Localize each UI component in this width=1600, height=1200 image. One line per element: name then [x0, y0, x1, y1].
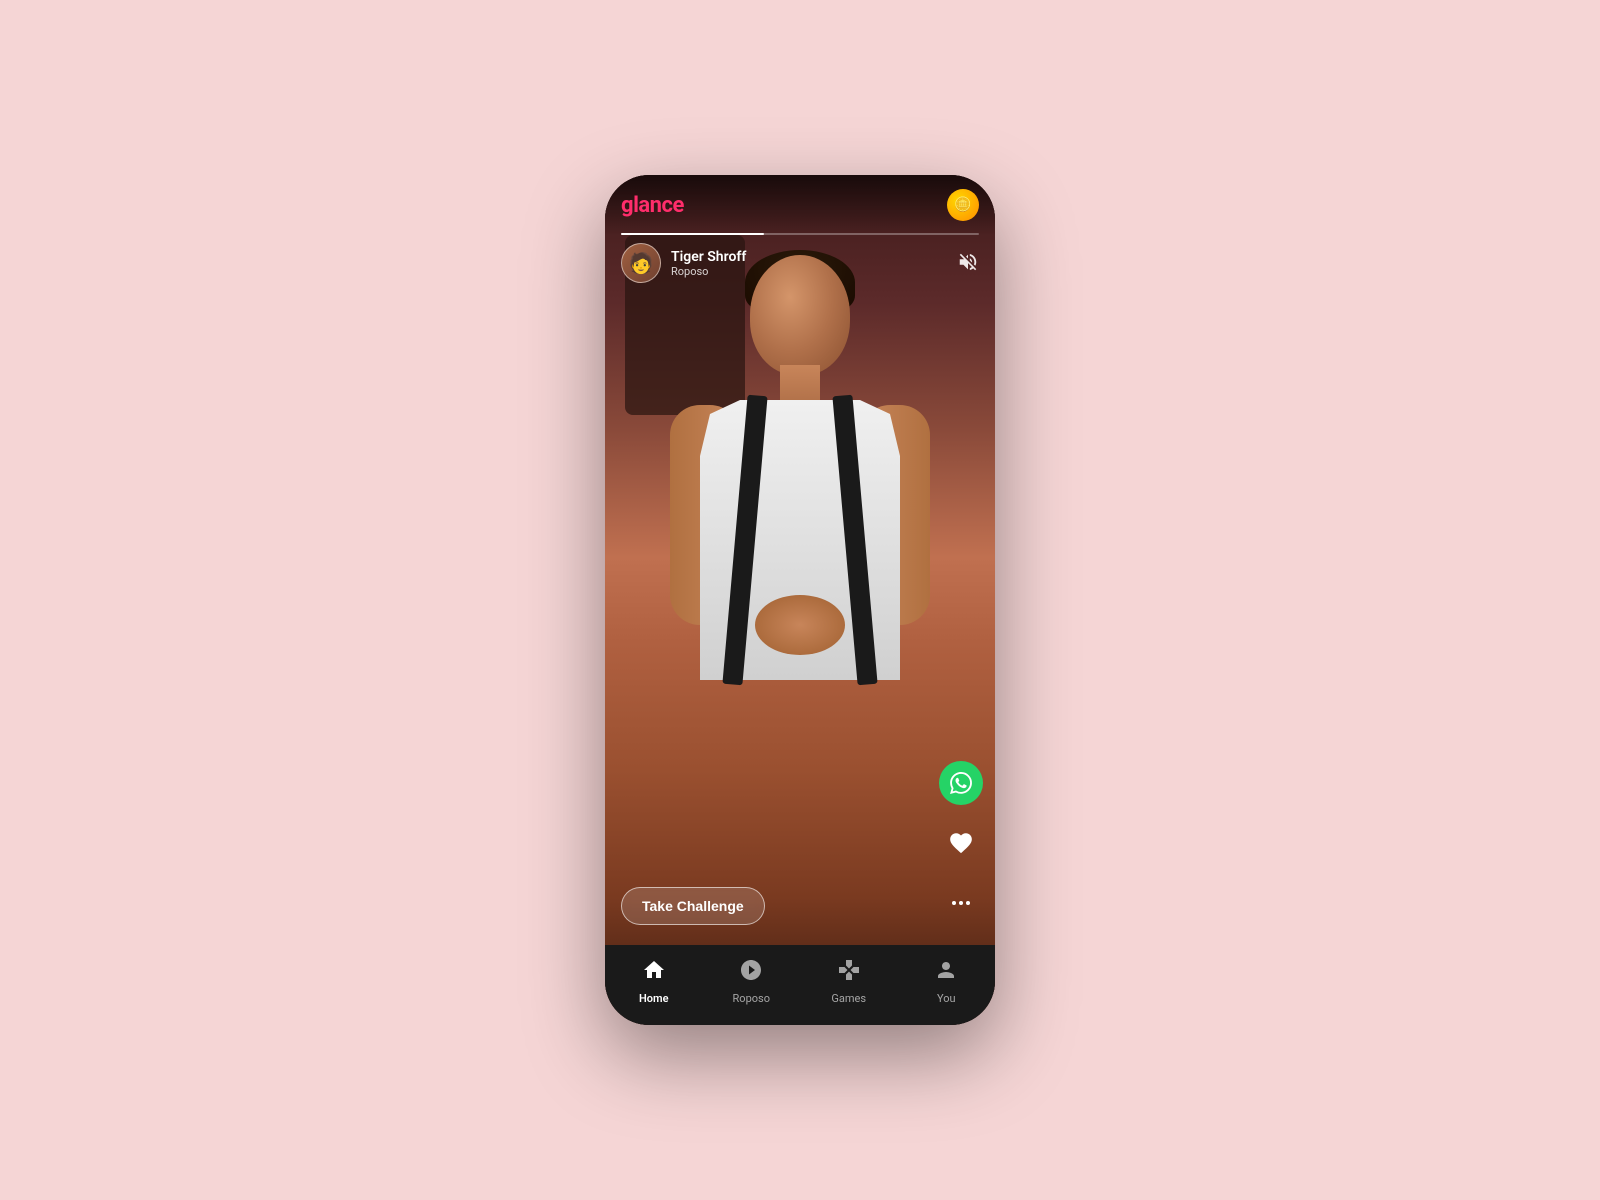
- person-figure: [660, 255, 940, 935]
- coin-badge[interactable]: 🪙: [947, 189, 979, 221]
- roposo-icon: [739, 958, 763, 988]
- creator-source: Roposo: [671, 265, 746, 278]
- you-icon: [934, 958, 958, 988]
- phone-frame: glance 🪙 🧑 Tiger Shroff Roposo: [605, 175, 995, 1025]
- creator-name: Tiger Shroff: [671, 249, 746, 265]
- right-actions: [939, 761, 983, 925]
- nav-label-games: Games: [831, 992, 866, 1005]
- app-logo: glance: [621, 193, 684, 218]
- nav-item-roposo[interactable]: Roposo: [703, 958, 801, 1005]
- whatsapp-button[interactable]: [939, 761, 983, 805]
- nav-item-games[interactable]: Games: [800, 958, 898, 1005]
- nav-label-roposo: Roposo: [733, 992, 770, 1005]
- games-icon: [837, 958, 861, 988]
- mute-button[interactable]: [957, 251, 979, 278]
- progress-bar: [621, 233, 979, 235]
- creator-info: 🧑 Tiger Shroff Roposo: [621, 243, 746, 283]
- nav-label-you: You: [937, 992, 956, 1005]
- bottom-navigation: Home Roposo Games: [605, 945, 995, 1025]
- home-icon: [642, 958, 666, 988]
- head: [750, 255, 850, 375]
- neck: [780, 365, 820, 405]
- creator-avatar: 🧑: [621, 243, 661, 283]
- nav-label-home: Home: [639, 992, 669, 1005]
- coin-icon: 🪙: [954, 197, 971, 213]
- nav-item-home[interactable]: Home: [605, 958, 703, 1005]
- take-challenge-button[interactable]: Take Challenge: [621, 887, 765, 925]
- nav-item-you[interactable]: You: [898, 958, 996, 1005]
- avatar-image: 🧑: [629, 251, 654, 275]
- phone-screen: glance 🪙 🧑 Tiger Shroff Roposo: [605, 175, 995, 1025]
- hands: [755, 595, 845, 655]
- progress-fill: [621, 233, 764, 235]
- more-options-button[interactable]: [939, 881, 983, 925]
- heart-button[interactable]: [939, 821, 983, 865]
- header: glance 🪙: [605, 175, 995, 235]
- creator-text: Tiger Shroff Roposo: [671, 249, 746, 278]
